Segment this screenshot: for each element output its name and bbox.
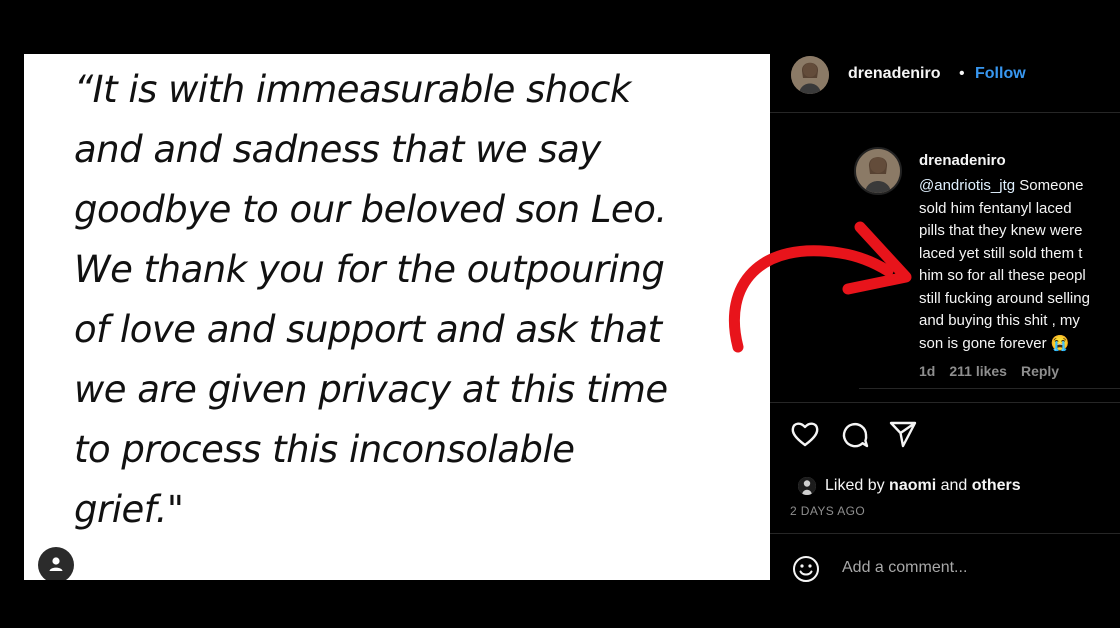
quote-line: to process this inconsolable	[74, 428, 575, 471]
add-comment-input[interactable]	[840, 558, 1104, 578]
quote-line: goodbye to our beloved son Leo.	[74, 188, 667, 231]
liker-avatar[interactable]	[798, 477, 816, 495]
red-arrow-annotation	[728, 221, 912, 353]
comment-age: 1d	[919, 363, 936, 379]
comment-text: @andriotis_jtg Someone sold him fentanyl…	[919, 175, 1120, 355]
profile-photo-icon	[791, 56, 829, 94]
emoji-icon[interactable]	[792, 555, 820, 583]
quote-line: We thank you for the outpouring	[74, 248, 665, 291]
profile-photo-icon	[856, 149, 900, 193]
reply-button[interactable]: Reply	[1021, 363, 1059, 379]
add-comment-row	[770, 533, 1120, 600]
quote-line: grief."	[74, 488, 184, 531]
profile-photo-icon	[798, 477, 816, 495]
tagged-users-button[interactable]	[38, 547, 74, 580]
comment-icon[interactable]	[840, 420, 870, 450]
header-separator: •	[959, 65, 965, 82]
share-icon[interactable]	[888, 420, 918, 448]
comment-mention[interactable]: @andriotis_jtg	[919, 177, 1015, 194]
post-quote: “It is with immeasurable shock and and s…	[74, 60, 754, 540]
comment-line: him so for all these peopl	[919, 267, 1086, 284]
quote-line: “It is with immeasurable shock	[74, 68, 631, 111]
quote-line: of love and support and ask that	[74, 308, 662, 351]
crying-emoji: 😭	[1050, 334, 1070, 352]
avatar[interactable]	[791, 56, 829, 94]
comment-line: still fucking around selling	[919, 289, 1090, 307]
post-modal: “It is with immeasurable shock and and s…	[24, 37, 1120, 600]
comment-meta: 1d 211 likes Reply	[919, 363, 1073, 379]
post-image: “It is with immeasurable shock and and s…	[24, 54, 770, 580]
comment-line: and buying this shit , my	[919, 312, 1080, 329]
comment-line: sold him fentanyl laced	[919, 199, 1072, 217]
liked-by-user[interactable]: naomi	[889, 477, 936, 494]
comment-line: Someone	[1019, 177, 1084, 194]
heart-icon[interactable]	[790, 420, 820, 448]
quote-line: we are given privacy at this time	[74, 368, 668, 411]
comment-likes[interactable]: 211 likes	[949, 363, 1007, 379]
post-header: drenadeniro • Follow	[770, 37, 1120, 113]
comment-line: pills that they knew were	[919, 222, 1083, 239]
quote-line: and and sadness that we say	[74, 128, 601, 171]
header-username[interactable]: drenadeniro	[848, 65, 940, 83]
liked-by-and: and	[940, 477, 968, 494]
avatar[interactable]	[854, 147, 902, 195]
user-icon	[49, 557, 63, 571]
comment-line: laced yet still sold them t	[919, 244, 1083, 262]
post-timestamp[interactable]: 2 DAYS AGO	[790, 504, 865, 518]
actions-panel: Liked by naomi and others 2 DAYS AGO	[770, 402, 1120, 600]
liked-by-others[interactable]: others	[972, 477, 1021, 494]
follow-button[interactable]: Follow	[975, 65, 1026, 83]
divider	[859, 388, 1120, 389]
comment-line: son is gone forever	[919, 334, 1047, 352]
liked-by-prefix: Liked by	[825, 477, 885, 494]
comment-username[interactable]: drenadeniro	[919, 152, 1006, 169]
liked-by: Liked by naomi and others	[825, 477, 1021, 495]
